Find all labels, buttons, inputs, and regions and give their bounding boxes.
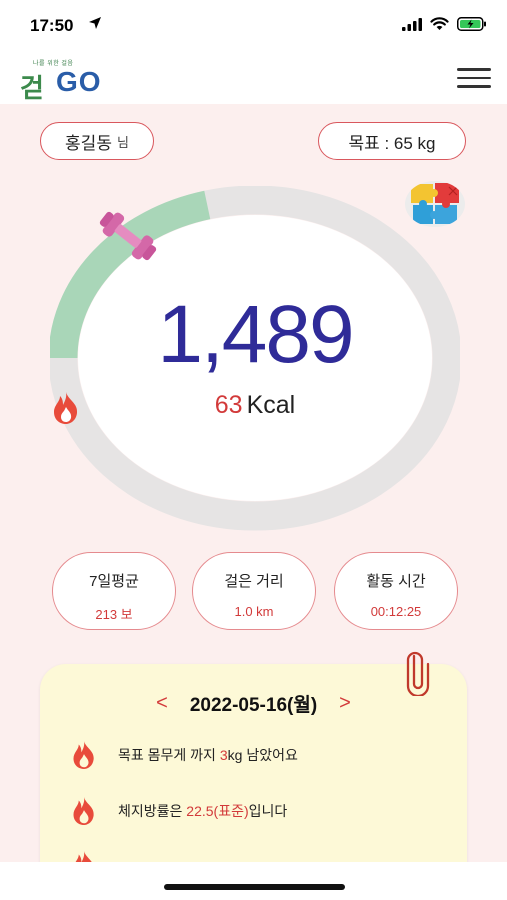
user-name-badge[interactable]: 홍길동 님 — [40, 122, 154, 160]
daily-report-card: < 2022-05-16(월) > 목표 몸무게 까지 3kg 남았어요 체지방… — [40, 664, 467, 862]
status-time: 17:50 — [30, 16, 74, 35]
stat-distance[interactable]: 걸은 거리 1.0 km — [192, 552, 316, 630]
logo-accent: GO — [56, 66, 102, 97]
stat-weekly-average[interactable]: 7일평균 213 보 — [52, 552, 176, 630]
date-navigator: < 2022-05-16(월) > — [40, 690, 467, 717]
step-progress-ring: 1,489 63 Kcal — [50, 186, 460, 531]
battery-icon — [457, 17, 486, 31]
location-arrow-icon — [89, 17, 101, 29]
status-icons — [402, 17, 487, 31]
report-highlight: 3 — [219, 747, 228, 763]
next-date-button[interactable]: > — [339, 692, 351, 715]
user-name: 홍길동 — [65, 133, 112, 153]
home-indicator[interactable] — [164, 884, 345, 890]
flame-icon — [54, 392, 78, 424]
stat-value: 1.0 km — [234, 604, 274, 619]
flame-icon — [73, 741, 94, 769]
status-bar: 17:50 — [0, 0, 507, 52]
report-item: 목표 몸무게 까지 3kg 남았어요 — [70, 740, 298, 770]
app-logo[interactable]: 나를 위한 걸음 걷 GO — [20, 58, 110, 103]
report-text: 목표 몸무게 까지 3kg 남았어요 — [118, 747, 298, 763]
calories-unit: Kcal — [246, 391, 296, 419]
signal-icon — [402, 17, 422, 31]
step-count: 1,489 — [157, 289, 354, 380]
main-content: 홍길동 님 목표 : 65 kg 1,489 63 Kcal 7일평균 213 … — [0, 104, 507, 862]
stat-label: 7일평균 — [89, 573, 139, 590]
calories-value: 63 — [214, 391, 243, 419]
report-item: 체지방률은 22.5(표준)입니다 — [70, 796, 287, 826]
calories-display: 63 Kcal — [50, 391, 460, 424]
report-text: 체지방률은 22.5(표준)입니다 — [118, 803, 288, 819]
selected-date: 2022-05-16(월) — [189, 695, 318, 716]
stat-active-time[interactable]: 활동 시간 00:12:25 — [334, 552, 458, 630]
previous-date-button[interactable]: < — [156, 692, 168, 715]
stat-label: 활동 시간 — [366, 573, 426, 590]
paperclip-icon — [406, 651, 430, 696]
home-area — [0, 862, 507, 900]
stat-label: 걸은 거리 — [224, 573, 284, 590]
goal-badge[interactable]: 목표 : 65 kg — [318, 122, 466, 160]
goal-label: 목표 : 65 kg — [348, 133, 436, 153]
report-highlight: 22.5(표준) — [186, 803, 249, 819]
stat-value: 213 보 — [95, 607, 133, 622]
app-header: 나를 위한 걸음 걷 GO — [0, 52, 507, 104]
flame-icon — [75, 851, 92, 862]
wifi-icon — [430, 17, 449, 30]
user-name-suffix: 님 — [116, 134, 129, 150]
report-item-partial — [70, 850, 98, 862]
logo-main: 걷 — [20, 73, 44, 103]
flame-icon — [73, 797, 94, 825]
stat-value: 00:12:25 — [370, 604, 422, 619]
menu-button[interactable] — [457, 68, 491, 90]
menu-icon — [457, 68, 491, 71]
